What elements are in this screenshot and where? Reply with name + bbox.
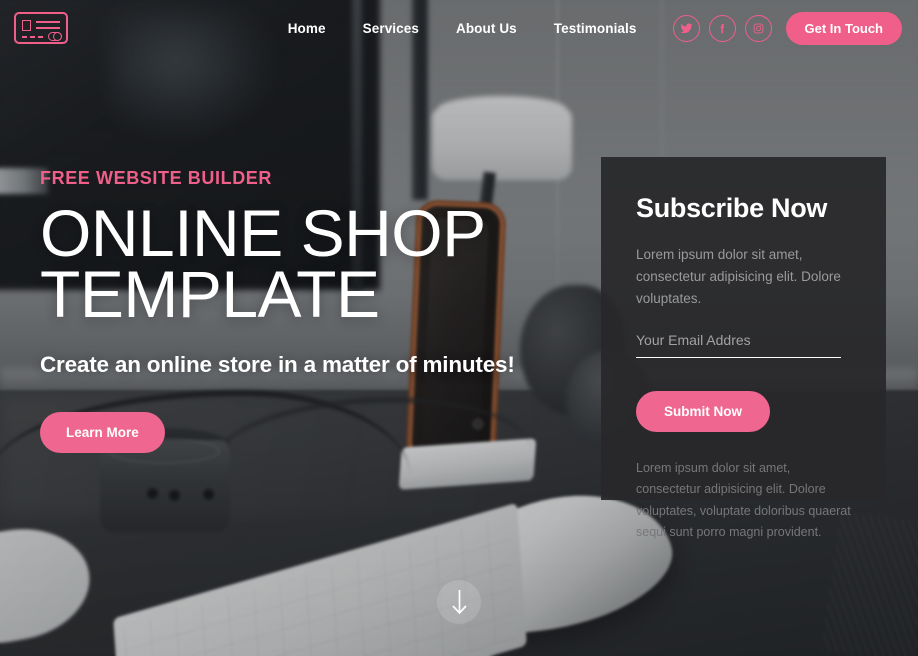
logo-line-2 [36, 27, 60, 30]
hero-headline: ONLINE SHOP TEMPLATE [40, 200, 560, 332]
subscribe-panel: Subscribe Now Lorem ipsum dolor sit amet… [601, 157, 886, 539]
logo-dash-2 [30, 36, 35, 39]
card-logo-icon[interactable] [14, 12, 68, 44]
facebook-icon[interactable] [708, 14, 736, 42]
hero-content: FREE WEBSITE BUILDER ONLINE SHOP TEMPLAT… [40, 168, 560, 453]
site-header: Home Services About Us Testimonials Get … [0, 0, 918, 56]
main-navigation: Home Services About Us Testimonials [288, 21, 637, 36]
get-in-touch-button[interactable]: Get In Touch [785, 11, 902, 45]
nav-item-about-us[interactable]: About Us [456, 21, 517, 36]
twitter-icon[interactable] [672, 14, 700, 42]
learn-more-button[interactable]: Learn More [40, 411, 165, 453]
hero-subheadline: Create an online store in a matter of mi… [40, 351, 515, 377]
hero-eyebrow: FREE WEBSITE BUILDER [40, 168, 273, 188]
instagram-icon[interactable] [744, 14, 772, 42]
subscribe-footer-text: Lorem ipsum dolor sit amet, consectetur … [636, 460, 851, 540]
nav-item-services[interactable]: Services [363, 21, 419, 36]
subscribe-title: Subscribe Now [636, 193, 828, 223]
hero-section: Home Services About Us Testimonials Get … [0, 0, 918, 656]
logo-square-shape [22, 20, 31, 31]
nav-item-home[interactable]: Home [288, 21, 326, 36]
social-links [672, 14, 772, 42]
arrow-down-icon [451, 590, 467, 615]
hero-headline-line-2: TEMPLATE [40, 257, 380, 332]
logo-dash-3 [38, 36, 43, 39]
scroll-down-button[interactable] [437, 580, 481, 624]
logo-dash-1 [22, 36, 27, 39]
logo-link-shape-2 [53, 32, 62, 41]
submit-now-button[interactable]: Submit Now [636, 390, 770, 432]
nav-item-testimonials[interactable]: Testimonials [554, 21, 637, 36]
email-input[interactable] [636, 331, 841, 358]
subscribe-description: Lorem ipsum dolor sit amet, consectetur … [636, 247, 841, 306]
logo-line-1 [36, 21, 60, 24]
